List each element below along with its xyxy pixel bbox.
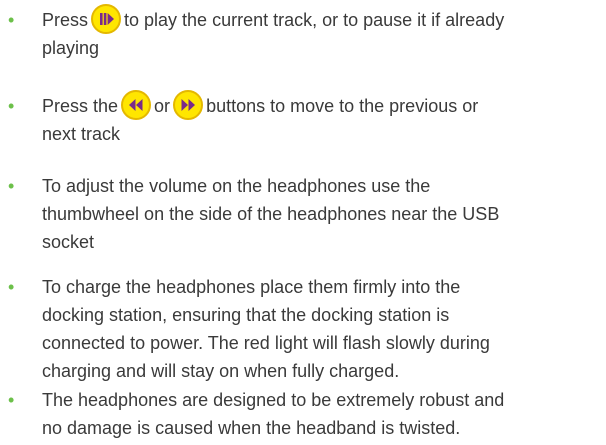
- text-line: Press to play the current track, or to pa…: [42, 4, 598, 35]
- list-item-text: Press the or buttons to move to the previo…: [42, 90, 598, 148]
- play-pause-icon: [91, 4, 122, 35]
- text-segment: Press the: [42, 96, 119, 116]
- text-line: To adjust the volume on the headphones u…: [42, 176, 431, 196]
- text-line: To charge the headphones place them firm…: [42, 277, 461, 297]
- text-line: no damage is caused when the headband is…: [42, 418, 461, 438]
- text-line: Press the or buttons to move to the previo…: [42, 90, 598, 121]
- bullet: •: [8, 96, 15, 116]
- text-segment: or: [154, 96, 171, 116]
- bullet: •: [8, 390, 15, 410]
- text-line: docking station, ensuring that the docki…: [42, 305, 450, 325]
- list-item-text: The headphones are designed to be extrem…: [42, 386, 598, 442]
- list-item-text: Press to play the current track, or to pa…: [42, 4, 598, 62]
- text-segment: Press: [42, 10, 89, 30]
- text-segment: buttons to move to the previous or: [206, 96, 479, 116]
- bullet: •: [8, 277, 15, 297]
- text-line: socket: [42, 232, 95, 252]
- bullet: •: [8, 10, 15, 30]
- text-line: connected to power. The red light will f…: [42, 333, 490, 353]
- list-item-text: To adjust the volume on the headphones u…: [42, 172, 598, 256]
- text-segment: to play the current track, or to pause i…: [124, 10, 505, 30]
- previous-track-icon: [121, 90, 152, 121]
- text-line: playing: [42, 38, 100, 59]
- text-line: charging and will stay on when fully cha…: [42, 361, 400, 381]
- list-item-text: To charge the headphones place them firm…: [42, 273, 598, 385]
- next-track-icon: [173, 90, 204, 121]
- text-line: next track: [42, 124, 121, 145]
- text-line: thumbwheel on the side of the headphones…: [42, 204, 500, 224]
- text-line: The headphones are designed to be extrem…: [42, 390, 505, 410]
- bullet: •: [8, 176, 15, 196]
